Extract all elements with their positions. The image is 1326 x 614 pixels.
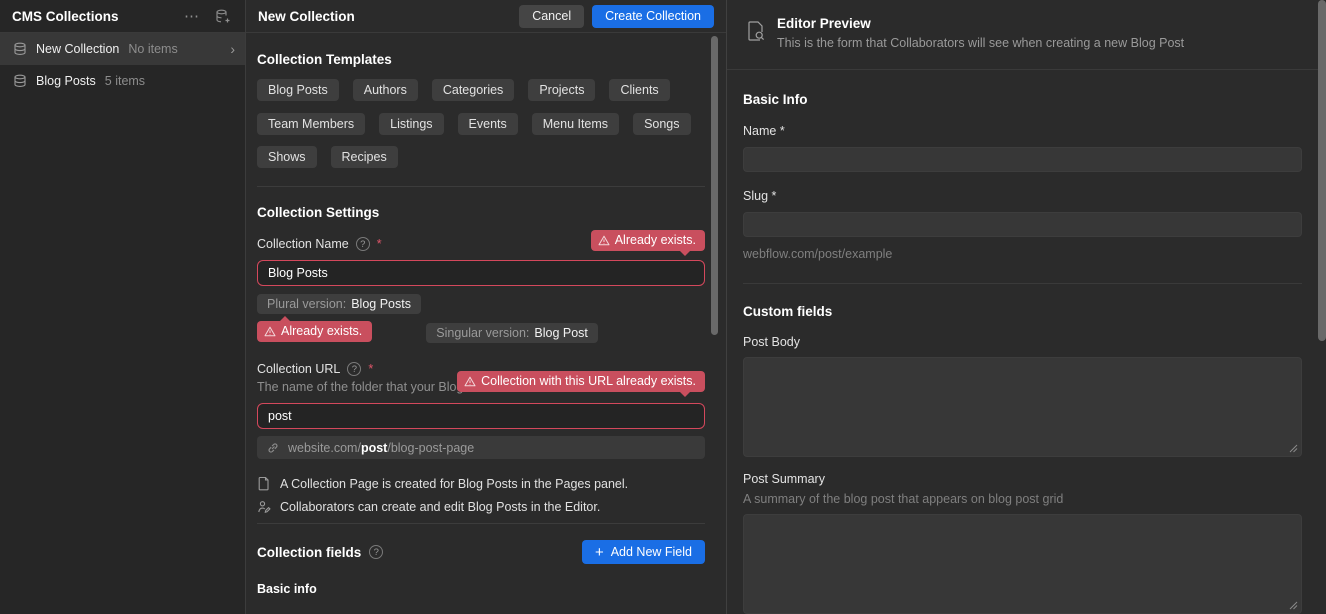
collection-url-field-group: Collection URL ? * The name of the folde… (257, 362, 705, 459)
new-collection-panel: New Collection Cancel Create Collection … (246, 0, 726, 614)
template-chip-team-members[interactable]: Team Members (257, 113, 365, 135)
preview-name-input[interactable] (743, 147, 1302, 172)
plural-error-badge: Already exists. (257, 321, 372, 342)
slug-helper-text: webflow.com/post/example (743, 247, 1302, 261)
page-icon (257, 476, 271, 491)
resize-handle-icon[interactable] (1288, 443, 1298, 453)
sidebar-item-new-collection[interactable]: New Collection No items › (0, 33, 245, 65)
collection-item-count: No items (128, 42, 177, 56)
collection-name-label: Collection Name (257, 237, 349, 251)
sidebar-title: CMS Collections (12, 9, 170, 24)
post-body-label: Post Body (743, 335, 1302, 349)
help-icon[interactable]: ? (369, 545, 383, 559)
section-divider (743, 283, 1302, 284)
template-chip-clients[interactable]: Clients (609, 79, 669, 101)
resize-handle-icon[interactable] (1288, 600, 1298, 610)
webflow-cms-panel: CMS Collections ⋯ New Collection No item… (0, 0, 1326, 614)
cancel-button[interactable]: Cancel (519, 5, 584, 28)
collection-fields-header: Collection fields ? + Add New Field (257, 540, 705, 564)
collection-name-text: Blog Posts (36, 74, 96, 88)
add-collection-icon[interactable] (214, 8, 231, 25)
tooltip-arrow (279, 316, 291, 322)
create-collection-button[interactable]: Create Collection (592, 5, 714, 28)
page-title: New Collection (258, 9, 519, 24)
editor-preview-panel: Editor Preview This is the form that Col… (726, 0, 1326, 614)
template-chip-authors[interactable]: Authors (353, 79, 418, 101)
right-panel-scrollbar[interactable] (1318, 0, 1326, 341)
collection-url-label: Collection URL (257, 362, 340, 376)
editor-preview-subtitle: This is the form that Collaborators will… (777, 36, 1184, 50)
collection-fields-heading: Collection fields (257, 545, 361, 560)
editor-preview-header: Editor Preview This is the form that Col… (727, 0, 1326, 70)
basic-info-heading: Basic Info (743, 92, 1302, 107)
sidebar-more-icon[interactable]: ⋯ (184, 9, 200, 24)
template-chip-menu-items[interactable]: Menu Items (532, 113, 619, 135)
person-edit-icon (257, 500, 271, 514)
plural-version-pill: Plural version: Blog Posts (257, 294, 421, 314)
template-chip-row: Team Members Listings Events Menu Items … (257, 113, 705, 135)
custom-fields-heading: Custom fields (743, 304, 1302, 319)
version-row: Already exists. Singular version: Blog P… (257, 321, 705, 343)
url-preview-bar: website.com/post/blog-post-page (257, 436, 705, 459)
add-new-field-button[interactable]: + Add New Field (582, 540, 705, 564)
link-icon (267, 442, 279, 454)
plus-icon: + (595, 545, 604, 560)
warning-icon (464, 376, 476, 387)
basic-info-group-label: Basic info (257, 582, 705, 596)
template-chip-songs[interactable]: Songs (633, 113, 690, 135)
tooltip-arrow (679, 391, 691, 397)
collection-page-note: A Collection Page is created for Blog Po… (257, 476, 705, 491)
sidebar-item-blog-posts[interactable]: Blog Posts 5 items (0, 65, 245, 97)
template-chip-recipes[interactable]: Recipes (331, 146, 398, 168)
template-chip-projects[interactable]: Projects (528, 79, 595, 101)
collection-name-input[interactable] (257, 260, 705, 286)
post-body-textarea[interactable] (743, 357, 1302, 457)
template-chip-categories[interactable]: Categories (432, 79, 514, 101)
preview-slug-input[interactable] (743, 212, 1302, 237)
editor-preview-title: Editor Preview (777, 16, 1184, 31)
collection-settings-heading: Collection Settings (257, 205, 705, 220)
warning-icon (264, 326, 276, 337)
cms-collections-sidebar: CMS Collections ⋯ New Collection No item… (0, 0, 246, 614)
url-preview-text: website.com/post/blog-post-page (288, 441, 474, 455)
section-divider (257, 523, 705, 524)
warning-icon (598, 235, 610, 246)
required-asterisk: * (377, 237, 382, 251)
url-error-tooltip: Collection with this URL already exists. (457, 371, 705, 392)
help-icon[interactable]: ? (356, 237, 370, 251)
template-chip-shows[interactable]: Shows (257, 146, 317, 168)
collaborators-note: Collaborators can create and edit Blog P… (257, 500, 705, 514)
sidebar-header: CMS Collections ⋯ (0, 0, 245, 33)
collection-name-field-group: Collection Name ? * Already exists. (257, 237, 705, 286)
panel-header: New Collection Cancel Create Collection (246, 0, 726, 33)
tooltip-arrow (679, 250, 691, 256)
collection-item-count: 5 items (105, 74, 145, 88)
collection-url-input[interactable] (257, 403, 705, 429)
template-chip-listings[interactable]: Listings (379, 113, 443, 135)
middle-panel-scrollbar[interactable] (711, 36, 718, 335)
collection-templates-heading: Collection Templates (257, 52, 705, 67)
section-divider (257, 186, 705, 187)
database-icon (13, 42, 27, 56)
template-chip-row: Blog Posts Authors Categories Projects C… (257, 79, 705, 101)
collection-name-text: New Collection (36, 42, 119, 56)
required-asterisk: * (368, 362, 373, 376)
template-chip-events[interactable]: Events (458, 113, 518, 135)
post-summary-helper: A summary of the blog post that appears … (743, 492, 1302, 506)
page-search-icon (746, 19, 766, 69)
template-chip-blog-posts[interactable]: Blog Posts (257, 79, 339, 101)
chevron-right-icon: › (230, 41, 235, 57)
name-error-tooltip: Already exists. (591, 230, 705, 251)
slug-field-label: Slug * (743, 189, 1302, 203)
post-summary-label: Post Summary (743, 472, 1302, 486)
help-icon[interactable]: ? (347, 362, 361, 376)
database-icon (13, 74, 27, 88)
name-field-label: Name * (743, 124, 1302, 138)
post-summary-textarea[interactable] (743, 514, 1302, 614)
template-chip-row: Shows Recipes (257, 146, 705, 168)
singular-version-pill: Singular version: Blog Post (426, 323, 598, 343)
